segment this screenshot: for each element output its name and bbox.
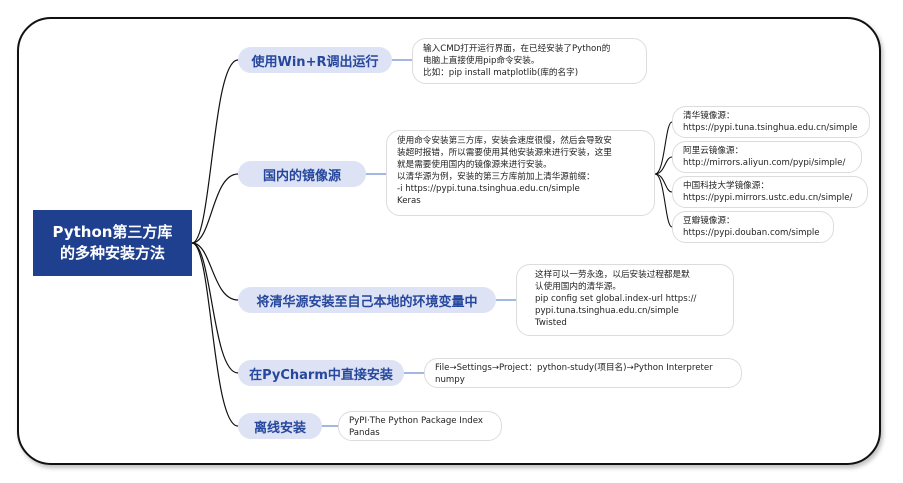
note-line: 以清华源为例，安装的第三方库前加上清华源前缀： [397,172,595,182]
note-line: Keras [397,196,421,206]
mirror-url: http://mirrors.aliyun.com/pypi/simple/ [683,158,846,168]
branch-win-r[interactable]: 使用Win+R调出运行 [238,47,392,73]
mirror-name: 中国科技大学镜像源： [683,181,769,191]
mirror-url: https://pypi.douban.com/simple [683,228,820,238]
note-line: File→Settings→Project：python-study(项目名)→… [435,363,713,373]
connector-root-branch-2 [191,173,239,244]
note-line: Pandas [349,428,380,438]
connector-mirror-1 [654,121,673,175]
connector-root-branch-5 [191,242,239,427]
mirror-tsinghua: 清华镜像源： https://pypi.tuna.tsinghua.edu.cn… [672,106,870,138]
branch-env-variable[interactable]: 将清华源安装至自己本地的环境变量中 [238,287,496,313]
note-line: pypi.tuna.tsinghua.edu.cn/simple [535,306,679,316]
connector-mirror-2 [654,156,673,175]
mirror-url: https://pypi.tuna.tsinghua.edu.cn/simple [683,123,858,133]
mirror-douban: 豆瓣镜像源： https://pypi.douban.com/simple [672,211,834,243]
mirror-ustc: 中国科技大学镜像源： https://pypi.mirrors.ustc.edu… [672,176,868,208]
branch-label: 将清华源安装至自己本地的环境变量中 [256,294,478,310]
mirror-name: 清华镜像源： [683,111,735,121]
note-pycharm: File→Settings→Project：python-study(项目名)→… [424,358,742,388]
connector-mirror-3 [654,173,673,193]
note-line: 认使用国内的清华源。 [535,282,621,292]
connector-root-branch-1 [191,59,239,244]
mirror-url: https://pypi.mirrors.ustc.edu.cn/simple/ [683,193,853,203]
branch-domestic-mirror[interactable]: 国内的镜像源 [238,161,366,187]
note-offline: PyPI·The Python Package Index Pandas [338,411,502,441]
branch-label: 国内的镜像源 [262,168,341,184]
mirror-name: 阿里云镜像源： [683,146,744,156]
note-line: 就是需要使用国内的镜像源来进行安装。 [397,160,552,170]
note-line: 装超时报错，所以需要使用其他安装源来进行安装，这里 [397,148,612,158]
note-line: 这样可以一劳永逸，以后安装过程都是默 [535,270,690,280]
note-domestic-mirror: 使用命令安装第三方库，安装会速度很慢，然后会导致安 装超时报错，所以需要使用其他… [386,130,655,216]
note-line: 使用命令安装第三方库，安装会速度很慢，然后会导致安 [397,136,612,146]
branch-pycharm[interactable]: 在PyCharm中直接安装 [238,360,404,386]
root-topic[interactable]: Python第三方库 的多种安装方法 [33,210,192,276]
branch-label: 在PyCharm中直接安装 [249,367,393,383]
mirror-name: 豆瓣镜像源： [683,216,735,226]
note-line: 输入CMD打开运行界面，在已经安装了Python的 [423,44,611,54]
root-title-line-2: 的多种安装方法 [59,244,165,262]
branch-label: 使用Win+R调出运行 [251,54,379,70]
note-line: Twisted [535,318,567,328]
note-line: PyPI·The Python Package Index [349,416,483,426]
note-line: 比如：pip install matplotlib(库的名字) [423,68,579,78]
note-line: 电脑上直接使用pip命令安装。 [423,56,540,66]
note-line: numpy [435,375,465,385]
note-env-variable: 这样可以一劳永逸，以后安装过程都是默 认使用国内的清华源。 pip config… [516,264,734,336]
root-title-line-1: Python第三方库 [52,223,173,241]
note-win-r: 输入CMD打开运行界面，在已经安装了Python的 电脑上直接使用pip命令安装… [412,38,647,84]
note-line: -i https://pypi.tuna.tsinghua.edu.cn/sim… [397,184,580,194]
branch-offline[interactable]: 离线安装 [238,413,322,439]
mirror-aliyun: 阿里云镜像源： http://mirrors.aliyun.com/pypi/s… [672,141,862,173]
branch-label: 离线安装 [253,420,306,436]
note-line: pip config set global.index-url https:// [535,294,697,304]
